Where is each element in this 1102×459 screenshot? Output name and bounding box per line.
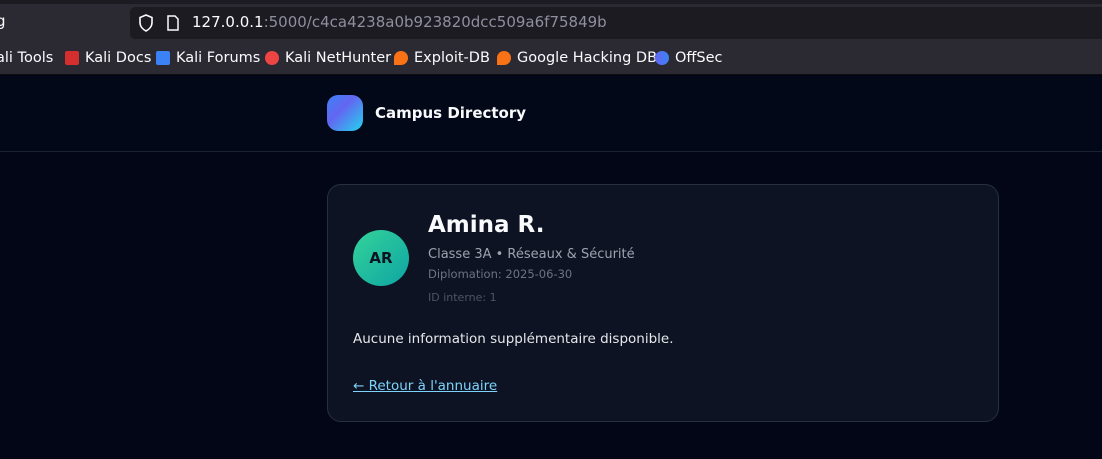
bookmark-kali-docs[interactable]: Kali Docs [65, 50, 151, 66]
back-to-directory-link[interactable]: ← Retour à l'annuaire [353, 378, 497, 394]
tab-fragment[interactable]: g [0, 12, 6, 30]
profile-card: AR Amina R. Classe 3A • Réseaux & Sécuri… [327, 184, 999, 422]
profile-subtitle: Classe 3A • Réseaux & Sécurité [428, 247, 635, 262]
internal-id: ID interne: 1 [428, 291, 497, 304]
site-header: Campus Directory [0, 76, 1102, 152]
address-bar[interactable]: 127.0.0.1:5000/c4ca4238a0b923820dcc509a6… [130, 7, 1102, 39]
info-text: Aucune information supplémentaire dispon… [353, 331, 674, 347]
bookmark-google-hacking-db[interactable]: Google Hacking DB [497, 50, 657, 66]
bookmarks-bar: ali Tools Kali Docs Kali Forums Kali Net… [0, 42, 1102, 75]
bookmark-kali-tools[interactable]: ali Tools [0, 50, 53, 66]
avatar-initials: AR [369, 249, 393, 267]
bookmark-exploit-db[interactable]: Exploit-DB [394, 50, 490, 66]
bookmark-kali-forums[interactable]: Kali Forums [156, 50, 260, 66]
bookmark-kali-nethunter[interactable]: Kali NetHunter [265, 50, 391, 66]
kali-forums-icon [156, 51, 170, 65]
exploit-db-icon [394, 51, 408, 65]
profile-name: Amina R. [428, 212, 545, 238]
brand-logo-icon[interactable] [327, 95, 363, 131]
ghdb-icon [497, 51, 511, 65]
nethunter-icon [265, 51, 279, 65]
kali-docs-icon [65, 51, 79, 65]
avatar: AR [353, 230, 409, 286]
url-text[interactable]: 127.0.0.1:5000/c4ca4238a0b923820dcc509a6… [192, 13, 607, 31]
offsec-icon [655, 51, 669, 65]
tab-strip-edge [0, 0, 1102, 4]
graduation-date: Diplomation: 2025-06-30 [428, 267, 573, 281]
browser-toolbar: g 127.0.0.1:5000/c4ca4238a0b923820dcc509… [0, 0, 1102, 42]
shield-icon[interactable] [138, 14, 154, 32]
brand-title[interactable]: Campus Directory [375, 104, 526, 122]
bookmark-offsec[interactable]: OffSec [655, 50, 723, 66]
page-icon [167, 15, 179, 31]
